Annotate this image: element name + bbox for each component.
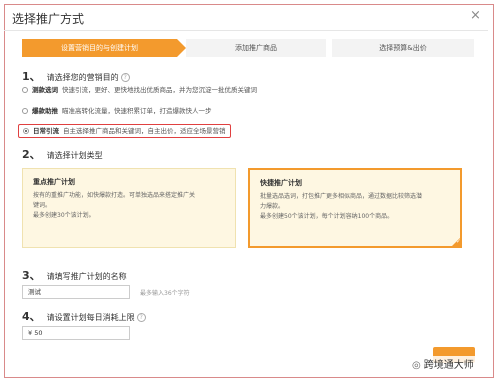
goal-option-daily[interactable]: 日常引流 自主选择推广商品和关键词，自主出价，适应全场景营销 (18, 124, 231, 138)
section-plan-name: 3、 请填写推广计划的名称 (22, 267, 127, 283)
section-number: 4、 (22, 310, 41, 323)
card-title: 快捷推广计划 (260, 179, 302, 187)
option-desc: 快速引流，更好、更快地找出优质商品，并为您沉淀一批优质关键词 (62, 86, 257, 94)
step-2: 添加推广商品 (186, 39, 326, 57)
goal-option-test[interactable]: 测款选词 快速引流，更好、更快地找出优质商品，并为您沉淀一批优质关键词 (22, 85, 257, 95)
goal-option-boost[interactable]: 爆款助推 瞄准高转化流量，快速积累订单，打造爆款快人一步 (22, 106, 212, 116)
radio-icon[interactable] (22, 108, 28, 114)
watermark: ◎ 跨境通大师 (410, 356, 476, 371)
section-label: 请选择您的营销目的 (46, 73, 119, 82)
option-title: 日常引流 (33, 127, 59, 135)
section-number: 3、 (22, 269, 41, 282)
section-daily-budget: 4、 请设置计划每日消耗上限? (22, 308, 146, 324)
step-progress: 设置营销目的与创建计划 添加推广商品 选择预算&出价 (22, 39, 474, 57)
card-line: 力爆款。 (260, 203, 285, 210)
card-line: 最多创建50个该计划，每个计划容纳100个商品。 (260, 213, 394, 220)
section-label: 请选择计划类型 (46, 151, 103, 160)
section-label: 请设置计划每日消耗上限 (46, 313, 135, 322)
plan-card-quick[interactable]: 快捷推广计划 批量选品选词，打包推广更多相似商品，通过数据比较筛选潜 力爆款。 … (248, 168, 462, 248)
dialog-title: 选择推广方式 (12, 12, 85, 26)
watermark-text: 跨境通大师 (423, 360, 474, 371)
radio-icon[interactable] (22, 87, 28, 93)
section-number: 1、 (22, 70, 41, 83)
help-icon[interactable]: ? (120, 73, 130, 82)
close-icon[interactable]: × (470, 8, 481, 23)
wechat-icon: ◎ (412, 360, 421, 371)
step-1: 设置营销目的与创建计划 (22, 39, 186, 57)
card-line: 批量选品选词，打包推广更多相似商品，通过数据比较筛选潜 (260, 193, 423, 200)
daily-budget-input[interactable]: ¥ 50 (22, 326, 130, 340)
card-title: 重点推广计划 (33, 178, 75, 186)
section-label: 请填写推广计划的名称 (46, 272, 127, 281)
section-marketing-goal: 1、 请选择您的营销目的? (22, 68, 130, 84)
card-line: 按有的重推广功能，如快爆款打造。可单独选品来搭定推广关 (33, 192, 196, 199)
divider (4, 30, 488, 31)
option-desc: 瞄准高转化流量，快速积累订单，打造爆款快人一步 (62, 107, 212, 115)
option-title: 爆款助推 (32, 107, 58, 115)
plan-name-hint: 最多输入36个字符 (140, 290, 190, 297)
option-title: 测款选词 (32, 86, 58, 94)
card-line: 最多创建30个该计划。 (33, 212, 95, 219)
plan-card-focus[interactable]: 重点推广计划 按有的重推广功能，如快爆款打造。可单独选品来搭定推广关 键词。 最… (22, 168, 236, 248)
option-desc: 自主选择推广商品和关键词，自主出价，适应全场景营销 (63, 127, 226, 135)
help-icon[interactable]: ? (136, 313, 146, 322)
check-icon: ✓ (451, 237, 461, 247)
card-line: 键词。 (33, 202, 52, 209)
section-plan-type: 2、 请选择计划类型 (22, 146, 103, 162)
section-number: 2、 (22, 148, 41, 161)
radio-selected-icon[interactable] (23, 128, 29, 134)
step-3: 选择预算&出价 (332, 39, 474, 57)
plan-name-input[interactable]: 测试 (22, 285, 130, 299)
